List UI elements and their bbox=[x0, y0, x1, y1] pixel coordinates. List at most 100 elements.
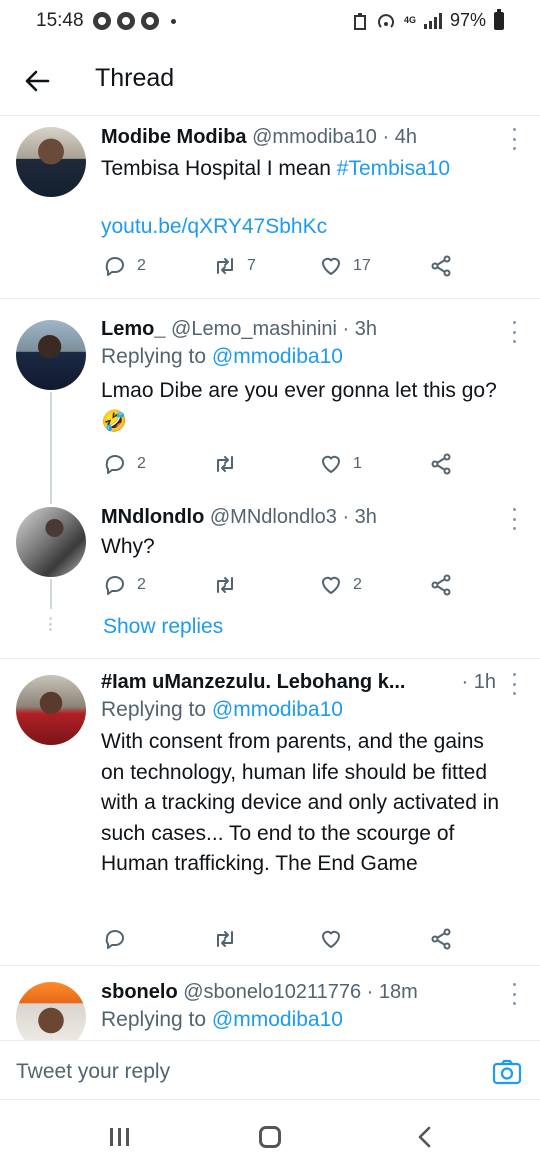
tweet-text-body: Tembisa Hospital I mean bbox=[101, 157, 337, 180]
author-handle[interactable]: @MNdlondlo3 bbox=[210, 506, 337, 528]
network-type: 4G bbox=[403, 15, 416, 25]
status-right: 4G 97% bbox=[352, 8, 504, 31]
thread-connector bbox=[50, 392, 52, 504]
tweet-text: With consent from parents, and the gains… bbox=[101, 730, 500, 875]
battery-icon bbox=[494, 8, 504, 30]
reply-icon bbox=[105, 257, 124, 276]
author-name[interactable]: Modibe Modiba bbox=[101, 126, 247, 148]
reply-button[interactable] bbox=[103, 927, 137, 951]
author-name[interactable]: sbonelo bbox=[101, 981, 178, 1003]
tweet-time: · 4h bbox=[382, 126, 417, 148]
tweet-header: #Iam uManzezulu. Lebohang k... · 1h bbox=[101, 669, 512, 695]
like-button[interactable]: 17 bbox=[319, 254, 371, 278]
chrome-icon bbox=[141, 12, 159, 30]
more-icon[interactable] bbox=[510, 673, 518, 695]
like-button[interactable]: 2 bbox=[319, 573, 362, 597]
replying-to-handle[interactable]: @mmodiba10 bbox=[212, 1008, 343, 1031]
url-link[interactable]: youtu.be/qXRY47SbhKc bbox=[101, 212, 512, 242]
replying-to-label: Replying to bbox=[101, 345, 212, 368]
retweet-button[interactable] bbox=[213, 927, 247, 951]
tweet[interactable]: Modibe Modiba @mmodiba10 · 4h Tembisa Ho… bbox=[0, 116, 540, 298]
reply-button[interactable]: 2 bbox=[103, 254, 146, 278]
like-button[interactable]: 1 bbox=[319, 452, 362, 476]
more-icon[interactable] bbox=[510, 508, 518, 530]
like-button[interactable] bbox=[319, 927, 353, 951]
like-icon bbox=[322, 257, 340, 275]
reply-input[interactable] bbox=[16, 1055, 456, 1089]
replying-to-handle[interactable]: @mmodiba10 bbox=[212, 698, 343, 721]
like-count: 1 bbox=[353, 455, 362, 472]
like-count: 2 bbox=[353, 576, 362, 593]
retweet-button[interactable]: 7 bbox=[213, 254, 256, 278]
retweet-icon bbox=[217, 456, 233, 472]
retweet-count: 7 bbox=[247, 257, 256, 274]
tweet-header: MNdlondlo @MNdlondlo3 · 3h bbox=[101, 504, 512, 530]
tweet-actions: 2 1 bbox=[103, 452, 463, 478]
arrow-left-icon[interactable] bbox=[20, 64, 54, 98]
chrome-icon bbox=[117, 12, 135, 30]
more-icon[interactable] bbox=[510, 321, 518, 343]
alarm-icon bbox=[353, 12, 366, 30]
tweet-actions bbox=[103, 927, 463, 953]
author-handle[interactable]: @Lemo_mashinini bbox=[171, 318, 337, 340]
hashtag-link[interactable]: #Tembisa10 bbox=[337, 157, 450, 180]
share-button[interactable] bbox=[429, 927, 453, 951]
replying-to-label: Replying to bbox=[101, 698, 212, 721]
reply-button[interactable]: 2 bbox=[103, 573, 146, 597]
replying-to: Replying to @mmodiba10 bbox=[101, 695, 512, 725]
tweet[interactable]: sbonelo @sbonelo10211776 · 18m Replying … bbox=[0, 966, 540, 1040]
avatar[interactable] bbox=[16, 982, 86, 1040]
avatar[interactable] bbox=[16, 507, 86, 577]
tweet-actions: 2 2 bbox=[103, 573, 463, 599]
camera-icon[interactable] bbox=[492, 1057, 522, 1087]
tweet-text: Why? bbox=[101, 535, 155, 558]
share-icon bbox=[431, 453, 451, 475]
chrome-icon bbox=[93, 12, 111, 30]
thread-dots-icon bbox=[49, 617, 53, 631]
tweet[interactable]: MNdlondlo @MNdlondlo3 · 3h Why? 2 2 Show… bbox=[0, 496, 540, 658]
tweet-time: · 18m bbox=[366, 981, 418, 1003]
retweet-button[interactable] bbox=[213, 452, 247, 476]
retweet-icon bbox=[217, 931, 233, 947]
tweet[interactable]: Lemo_ @Lemo_mashinini · 3h Replying to @… bbox=[0, 299, 540, 495]
reply-count: 2 bbox=[137, 257, 146, 274]
author-name[interactable]: MNdlondlo bbox=[101, 506, 204, 528]
tweet[interactable]: #Iam uManzezulu. Lebohang k... · 1h Repl… bbox=[0, 659, 540, 965]
tweet-header: sbonelo @sbonelo10211776 · 18m bbox=[101, 979, 512, 1005]
app-header: Thread bbox=[0, 44, 540, 116]
avatar[interactable] bbox=[16, 320, 86, 390]
recent-apps-icon[interactable] bbox=[110, 1128, 129, 1146]
system-back-icon[interactable] bbox=[414, 1126, 436, 1148]
tweet-time: · 3h bbox=[342, 318, 377, 340]
replying-to: Replying to @mmodiba10 bbox=[101, 1005, 512, 1035]
author-name[interactable]: #Iam uManzezulu. Lebohang k... bbox=[101, 671, 405, 693]
share-icon bbox=[431, 928, 451, 950]
more-icon[interactable] bbox=[510, 983, 518, 1005]
author-handle[interactable]: @sbonelo10211776 bbox=[183, 981, 361, 1003]
hotspot-icon bbox=[378, 13, 394, 28]
avatar[interactable] bbox=[16, 127, 86, 197]
share-button[interactable] bbox=[429, 254, 453, 278]
reply-icon bbox=[105, 576, 124, 595]
retweet-button[interactable] bbox=[213, 573, 247, 597]
tweet-text: Lmao Dibe are you ever gonna let this go… bbox=[101, 379, 497, 433]
signal-icon bbox=[423, 12, 442, 29]
reply-composer bbox=[0, 1040, 540, 1100]
notification-icons bbox=[93, 12, 176, 30]
tweet-header: Lemo_ @Lemo_mashinini · 3h bbox=[101, 316, 512, 342]
battery-percent: 97% bbox=[449, 10, 486, 30]
home-icon[interactable] bbox=[259, 1126, 281, 1148]
replying-to-handle[interactable]: @mmodiba10 bbox=[212, 345, 343, 368]
reply-button[interactable]: 2 bbox=[103, 452, 146, 476]
show-replies-link[interactable]: Show replies bbox=[103, 615, 223, 639]
avatar[interactable] bbox=[16, 675, 86, 745]
share-button[interactable] bbox=[429, 573, 453, 597]
like-icon bbox=[322, 576, 340, 594]
replying-to-label: Replying to bbox=[101, 1008, 212, 1031]
status-time: 15:48 bbox=[36, 10, 84, 31]
share-button[interactable] bbox=[429, 452, 453, 476]
author-handle[interactable]: @mmodiba10 bbox=[252, 126, 377, 148]
like-icon bbox=[322, 930, 340, 948]
author-name[interactable]: Lemo_ bbox=[101, 318, 165, 340]
more-icon[interactable] bbox=[510, 128, 518, 150]
